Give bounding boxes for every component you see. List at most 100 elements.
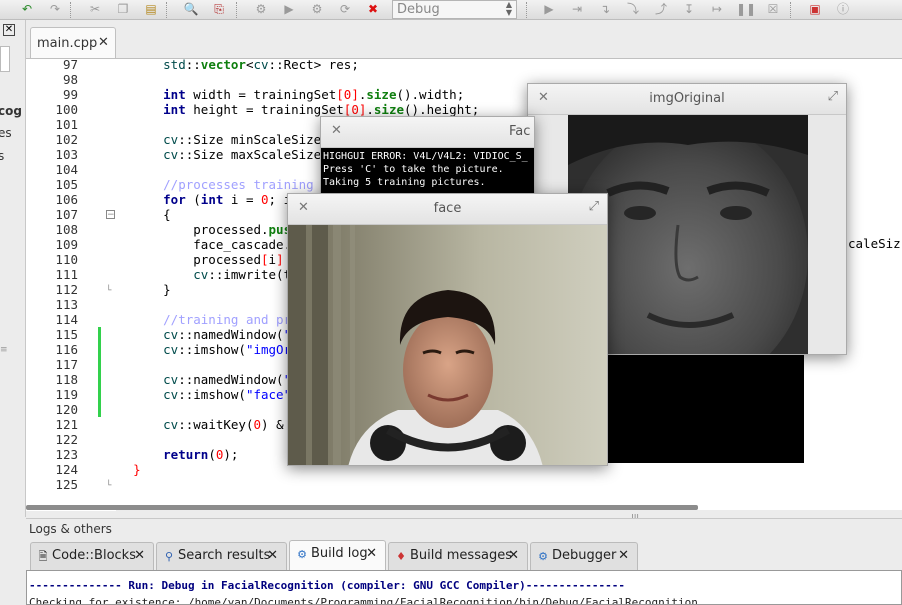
debug-run-icon[interactable]: ▶ (540, 1, 558, 18)
changed-line-marker (98, 372, 101, 387)
build-run-icon[interactable]: ⚙ (308, 1, 326, 18)
build-gear-icon[interactable]: ⚙ (252, 1, 270, 18)
code-line: //processes training (163, 177, 314, 192)
panel-text-fragment: cog (0, 104, 22, 118)
pause-icon[interactable]: ❚❚ (736, 1, 756, 18)
log-line: -------------- Run: Debug in FacialRecog… (29, 579, 626, 592)
tab-debugger[interactable]: ⚙ Debugger ✕ (530, 542, 638, 570)
run-to-cursor-icon[interactable]: ⇥ (568, 1, 586, 18)
line-number: 104 (55, 162, 78, 177)
tab-build-log[interactable]: ⚙ Build log ✕ (289, 540, 386, 570)
panel-splitter-icon[interactable]: ≡ (0, 345, 8, 355)
log-line: Checking for existence: /home/yan/Docume… (29, 596, 698, 605)
window-body (288, 225, 607, 465)
line-number: 123 (55, 447, 78, 462)
step-into-icon[interactable]: ⤵ (624, 1, 642, 18)
window-titlebar[interactable]: ✕ face ⤢ (288, 194, 607, 225)
panel-close-icon[interactable]: ✕ (3, 24, 15, 36)
run-icon[interactable]: ▶ (280, 1, 298, 18)
facial-recognition-terminal-window[interactable]: ✕ Fac HIGHGUI ERROR: V4L/V4L2: VIDIOC_S_… (320, 116, 535, 198)
line-number: 106 (55, 192, 78, 207)
tab-label: main.cpp (37, 36, 98, 51)
toolbar-separator (166, 2, 168, 18)
build-messages-icon: ♦ (396, 550, 406, 563)
next-line-icon[interactable]: ↴ (596, 1, 614, 18)
line-number: 124 (55, 462, 78, 477)
img-original-overflow (607, 355, 804, 463)
close-icon[interactable]: ✕ (134, 543, 145, 569)
changed-line-marker (98, 387, 101, 402)
close-icon[interactable]: ✕ (331, 123, 342, 138)
close-icon[interactable]: ✕ (508, 543, 519, 569)
code-line: cv::namedWindow(" (163, 372, 291, 387)
back-arrow-icon[interactable]: ↶ (18, 1, 36, 18)
paste-icon[interactable]: ▤ (142, 1, 160, 18)
debug-windows-icon[interactable]: ▣ (806, 1, 824, 18)
code-line: cv::imwrite(t (193, 267, 292, 282)
debugger-icon: ⚙ (538, 550, 548, 563)
window-titlebar[interactable]: ✕ imgOriginal ⤢ (528, 84, 846, 115)
close-icon[interactable]: ✕ (98, 35, 109, 50)
terminal-line: HIGHGUI ERROR: V4L/V4L2: VIDIOC_S_ (323, 151, 528, 162)
tab-main-cpp[interactable]: main.cpp ✕ (30, 27, 116, 58)
logs-tab-bar: 🗎 Code::Blocks ✕ ⚲ Search results ✕ ⚙ Bu… (26, 538, 902, 570)
line-number: 115 (55, 327, 78, 342)
next-instruction-icon[interactable]: ↧ (680, 1, 698, 18)
abort-icon[interactable]: ✖ (364, 1, 382, 18)
maximize-icon[interactable]: ⤢ (828, 89, 838, 104)
copy-icon[interactable]: ❐ (114, 1, 132, 18)
code-line: int width = trainingSet[0].size().width; (163, 87, 465, 102)
editor-horizontal-scrollbar[interactable] (26, 505, 698, 510)
close-icon[interactable]: ✕ (267, 543, 278, 569)
line-number: 100 (55, 102, 78, 117)
step-out-icon[interactable]: ⤴ (652, 1, 670, 18)
editor-tab-bar: main.cpp ✕ (26, 20, 902, 58)
tab-codeblocks[interactable]: 🗎 Code::Blocks ✕ (30, 542, 154, 570)
tab-label: Search results (178, 548, 271, 563)
tab-search-results[interactable]: ⚲ Search results ✕ (156, 542, 287, 570)
line-number: 121 (55, 417, 78, 432)
management-panel: ✕ cog es s ≡ (0, 20, 26, 517)
cut-icon[interactable]: ✂ (86, 1, 104, 18)
line-number: 103 (55, 147, 78, 162)
maximize-icon[interactable]: ⤢ (589, 199, 599, 214)
build-log-output[interactable]: -------------- Run: Debug in FacialRecog… (26, 570, 902, 605)
rebuild-icon[interactable]: ⟳ (336, 1, 354, 18)
toolbar-separator (70, 2, 72, 18)
line-number: 98 (62, 72, 78, 87)
panel-tab-edge[interactable] (0, 46, 10, 72)
close-icon[interactable]: ✕ (366, 541, 377, 567)
window-title: Fac (509, 124, 531, 139)
code-line: return(0); (163, 447, 239, 462)
webcam-face-image (288, 225, 607, 465)
code-line: int height = trainingSet[0].size().heigh… (163, 102, 480, 117)
search-icon: ⚲ (164, 550, 174, 563)
code-line: //training and pr (163, 312, 292, 327)
close-icon[interactable]: ✕ (618, 543, 629, 569)
tab-label: Build log (311, 546, 368, 561)
step-into-instruction-icon[interactable]: ↦ (708, 1, 726, 18)
terminal-output[interactable]: HIGHGUI ERROR: V4L/V4L2: VIDIOC_S_ Press… (321, 148, 534, 197)
code-line: cv::waitKey(0) & (163, 417, 284, 432)
line-number: 125 (55, 477, 78, 492)
document-icon: 🗎 (38, 550, 48, 563)
code-line: face_cascade. (118, 237, 292, 252)
window-body: HIGHGUI ERROR: V4L/V4L2: VIDIOC_S_ Press… (321, 148, 534, 197)
code-line-fragment: caleSiz (848, 236, 901, 251)
changed-line-marker (98, 402, 101, 417)
stop-debugger-icon[interactable]: ☒ (764, 1, 782, 18)
window-titlebar[interactable]: ✕ Fac (321, 117, 534, 148)
search-icon[interactable]: 🔍 (182, 1, 200, 18)
toolbar-separator (790, 2, 792, 18)
code-line: cv::namedWindow(" (163, 327, 291, 342)
forward-arrow-icon[interactable]: ↷ (46, 1, 64, 18)
face-window[interactable]: ✕ face ⤢ (287, 193, 608, 466)
tab-build-messages[interactable]: ♦ Build messages ✕ (388, 542, 528, 570)
tab-label: Build messages (410, 548, 512, 563)
fold-toggle-icon[interactable]: − (106, 210, 115, 220)
build-target-select[interactable]: Debug ▲ ▼ (392, 0, 517, 19)
info-icon[interactable]: ⓘ (834, 1, 852, 18)
replace-icon[interactable]: ⎘ (210, 1, 228, 18)
code-line: } (133, 462, 141, 477)
panel-text-fragment: es (0, 126, 12, 140)
